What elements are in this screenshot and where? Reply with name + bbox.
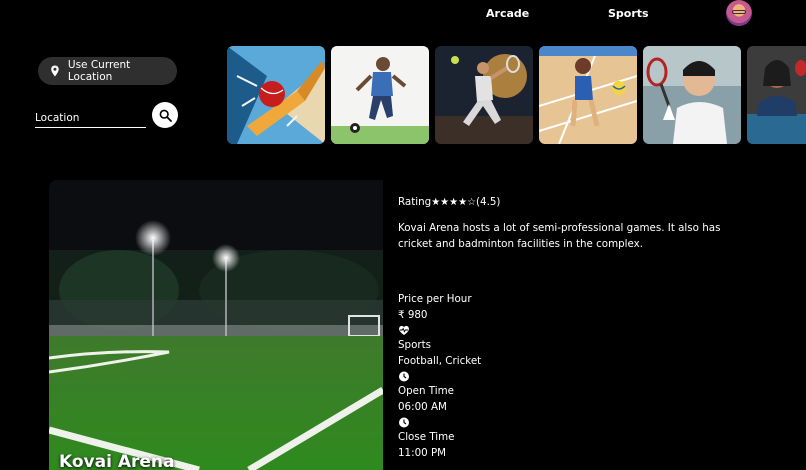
close-time-value: 11:00 PM — [398, 446, 447, 459]
table-tennis-player-image — [747, 46, 806, 144]
use-current-location-label: Use Current Location — [67, 59, 131, 83]
open-time-value: 06:00 AM — [398, 400, 447, 413]
open-time-label: Open Time — [398, 385, 454, 397]
search-icon — [159, 109, 172, 122]
sports-section: Sports Football, Cricket — [398, 323, 481, 369]
venue-name: Kovai Arena — [59, 452, 175, 470]
rating-label: Rating — [398, 196, 432, 208]
venue-hero-image: Kovai Arena — [49, 180, 383, 470]
nav-sports-link[interactable]: Sports — [608, 7, 649, 20]
rating-row: Rating ★★★★☆ (4.5) — [398, 195, 798, 211]
category-tile-volleyball[interactable] — [539, 46, 637, 144]
price-label: Price per Hour — [398, 293, 472, 305]
category-tile-cricket[interactable] — [227, 46, 325, 144]
use-current-location-button[interactable]: Use Current Location — [38, 57, 177, 85]
football-player-image — [331, 46, 429, 144]
search-button[interactable] — [152, 102, 178, 128]
sports-value: Football, Cricket — [398, 354, 482, 367]
rating-value: (4.5) — [476, 196, 501, 208]
heart-pulse-icon — [399, 325, 409, 335]
sports-category-carousel — [227, 46, 806, 144]
avatar[interactable] — [726, 0, 752, 26]
clock-icon — [399, 417, 409, 428]
badminton-player-image — [643, 46, 741, 144]
open-time-section: Open Time 06:00 AM — [398, 369, 454, 415]
price-section: Price per Hour ₹ 980 — [398, 292, 472, 323]
venue-description: Kovai Arena hosts a lot of semi-professi… — [398, 222, 721, 250]
category-tile-table-tennis[interactable] — [747, 46, 806, 144]
sports-label: Sports — [398, 339, 432, 351]
tennis-player-image — [435, 46, 533, 144]
close-time-section: Close Time 11:00 PM — [398, 415, 455, 461]
close-time-label: Close Time — [398, 431, 455, 443]
location-input[interactable] — [35, 109, 146, 128]
location-pin-icon — [51, 65, 59, 77]
category-tile-badminton[interactable] — [643, 46, 741, 144]
price-value: ₹ 980 — [398, 308, 428, 321]
category-tile-football[interactable] — [331, 46, 429, 144]
clock-icon — [399, 371, 409, 382]
volleyball-player-image — [539, 46, 637, 144]
football-turf-night-image — [49, 180, 383, 470]
venue-details: Rating ★★★★☆ (4.5) Kovai Arena hosts a l… — [398, 195, 798, 459]
cricket-bat-ball-image — [227, 46, 325, 144]
star-rating-icons: ★★★★☆ — [431, 197, 477, 208]
nav-arcade-link[interactable]: Arcade — [486, 7, 529, 20]
category-tile-tennis[interactable] — [435, 46, 533, 144]
